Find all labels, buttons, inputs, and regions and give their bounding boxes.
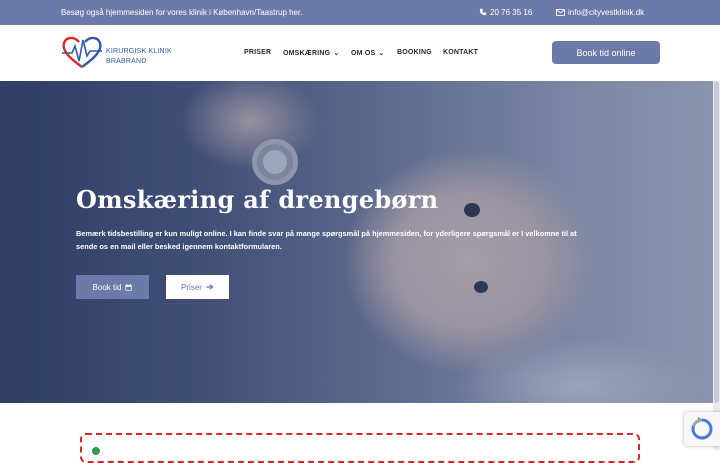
hero-description: Bemærk tidsbestilling er kun muligt onli…	[76, 229, 577, 251]
nav-item-om-os[interactable]: OM OS ⌄	[351, 49, 384, 57]
calendar-icon	[125, 283, 133, 291]
prices-button[interactable]: Priser	[166, 275, 229, 299]
arrow-right-icon	[206, 284, 214, 290]
book-button-label: Book tid	[92, 282, 122, 292]
nav-item-kontakt[interactable]: KONTAKT	[443, 49, 478, 56]
nav-label: PRISER	[244, 49, 272, 56]
phone-number: 20 76 35 16	[490, 8, 533, 17]
top-bar: Besøg også hjemmesiden for vores klinik …	[0, 0, 720, 25]
page-scrollbar[interactable]	[713, 81, 720, 450]
scrollbar-thumb[interactable]	[714, 81, 719, 403]
nav-label: KONTAKT	[443, 49, 479, 56]
nav-item-booking[interactable]: BOOKING	[397, 49, 432, 56]
phone-link[interactable]: 20 76 35 16	[479, 8, 532, 17]
book-online-button[interactable]: Book tid online	[552, 41, 660, 64]
status-dot-icon	[92, 447, 100, 455]
phone-icon	[479, 8, 487, 16]
nav-item-omskaering[interactable]: OMSKÆRING ⌄	[283, 49, 339, 57]
logo-line-1: KIRURGISK KLINIK	[106, 48, 172, 55]
hero-title: Omskæring af drengebørn	[76, 185, 439, 214]
nav-label: OMSKÆRING	[283, 50, 331, 57]
mail-icon	[556, 9, 565, 16]
nav-label: OM OS	[351, 50, 376, 57]
chevron-down-icon: ⌄	[333, 50, 340, 57]
email-address: info@cityvestklinik.dk	[568, 8, 645, 17]
recaptcha-badge[interactable]	[684, 412, 720, 446]
hero-section: Omskæring af drengebørn Bemærk tidsbesti…	[0, 81, 713, 403]
site-header: KIRURGISK KLINIK BRABRAND PRISER OMSKÆRI…	[0, 25, 720, 81]
book-appointment-button[interactable]: Book tid	[76, 275, 149, 299]
email-link[interactable]: info@cityvestklinik.dk	[556, 8, 644, 17]
chevron-down-icon: ⌄	[378, 50, 385, 57]
nav-item-priser[interactable]: PRISER	[244, 49, 271, 56]
logo-line-2: BRABRAND	[106, 58, 147, 65]
prices-button-label: Priser	[181, 282, 202, 292]
nav-label: BOOKING	[397, 49, 432, 56]
info-notice-box	[80, 433, 640, 463]
clinic-notice-link[interactable]: Besøg også hjemmesiden for vores klinik …	[61, 8, 302, 17]
recaptcha-icon	[691, 417, 713, 440]
clinic-logo[interactable]: KIRURGISK KLINIK BRABRAND	[60, 34, 175, 70]
heart-pulse-logo-icon	[62, 36, 102, 68]
